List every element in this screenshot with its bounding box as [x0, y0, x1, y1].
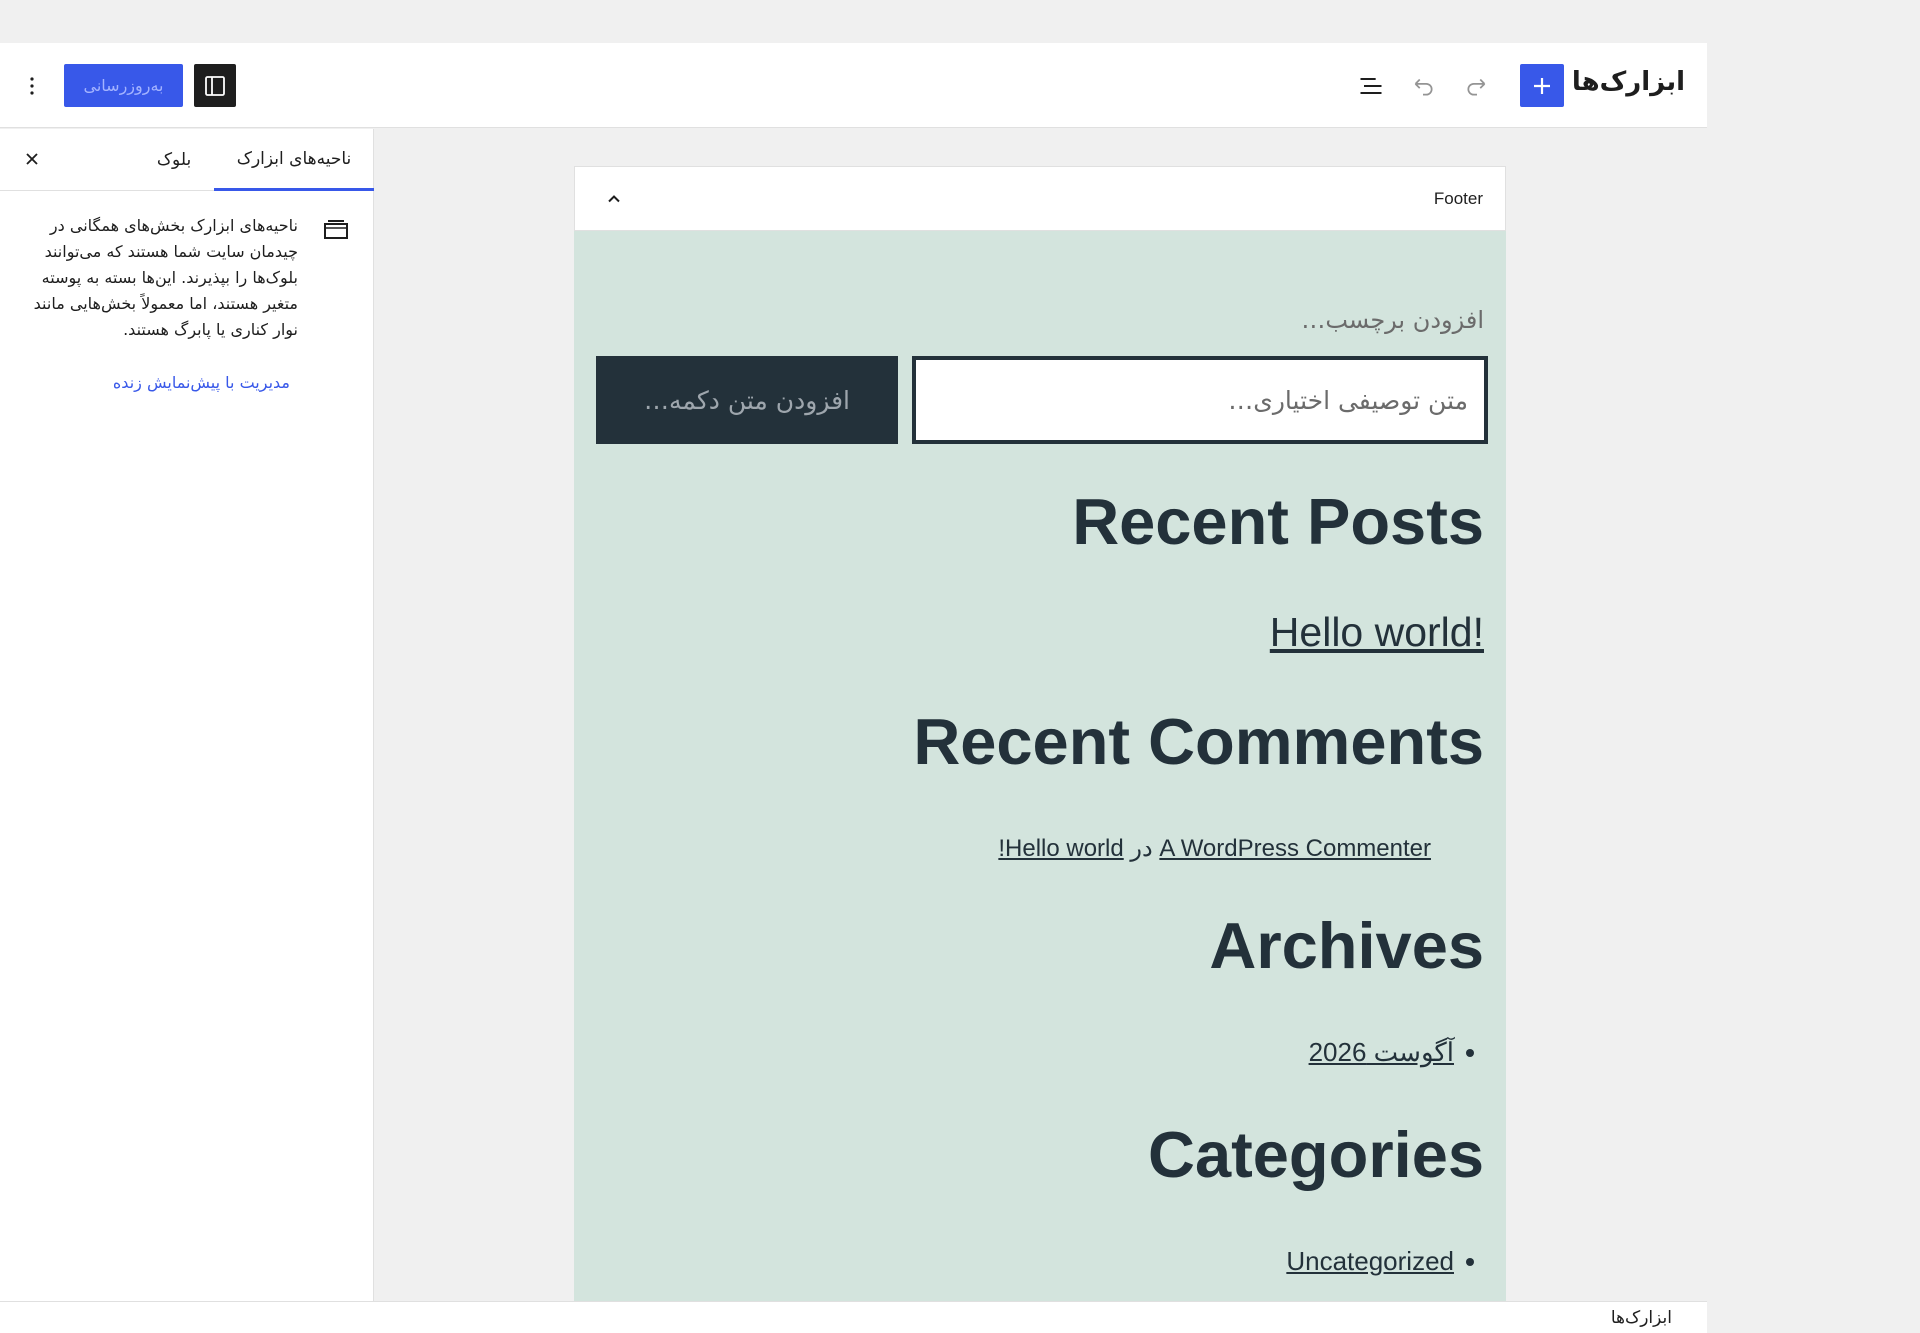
block-breadcrumb-bar: ابزارک‌ها: [0, 1301, 1707, 1333]
editor-header: ابزارک‌ها به‌روزرسانی: [0, 43, 1707, 128]
admin-bar: [0, 0, 1920, 43]
close-panel-button[interactable]: [12, 139, 52, 179]
undo-icon: [1414, 78, 1433, 96]
redo-button[interactable]: [1455, 64, 1499, 107]
comment-post-link[interactable]: Hello world!: [998, 835, 1123, 862]
add-block-button[interactable]: [1520, 64, 1564, 107]
close-icon: [26, 153, 38, 165]
archive-link[interactable]: آگوست 2026: [1309, 1037, 1454, 1068]
widget-area-header[interactable]: Footer: [574, 166, 1506, 231]
breadcrumb[interactable]: ابزارک‌ها: [1611, 1308, 1672, 1328]
tab-widget-areas[interactable]: ناحیه‌های ابزارک: [214, 129, 374, 191]
panel-tabs: ناحیه‌های ابزارک بلوک: [0, 129, 374, 191]
list-view-button[interactable]: [1349, 64, 1393, 107]
search-input[interactable]: متن توصیفی اختیاری…: [912, 356, 1488, 444]
options-button[interactable]: [12, 64, 52, 107]
search-label-placeholder[interactable]: افزودن برچسب…: [1301, 306, 1484, 334]
recent-post-link[interactable]: Hello world!: [1270, 609, 1484, 656]
footer-widget-area: Footer افزودن برچسب… متن توصیفی اختیاری……: [574, 166, 1506, 1301]
undo-button[interactable]: [1401, 64, 1445, 107]
update-button[interactable]: به‌روزرسانی: [64, 64, 183, 107]
archives-heading[interactable]: Archives: [1209, 908, 1484, 983]
category-list-item: Uncategorized: [1286, 1246, 1474, 1277]
live-preview-link[interactable]: مدیریت با پیش‌نمایش زنده: [113, 373, 290, 392]
widget-area-icon: [324, 220, 348, 239]
recent-comment-item: A WordPress Commenter در Hello world!: [998, 834, 1431, 863]
page-title: ابزارک‌ها: [1571, 67, 1685, 97]
search-button[interactable]: افزودن متن دکمه…: [596, 356, 898, 444]
archive-list-item: آگوست 2026: [1309, 1037, 1474, 1068]
settings-panel: ناحیه‌های ابزارک بلوک ناحیه‌های ابزارک ب…: [0, 129, 374, 1301]
comment-author-link[interactable]: A WordPress Commenter: [1159, 835, 1431, 862]
recent-posts-heading[interactable]: Recent Posts: [1072, 484, 1484, 559]
comment-connector: در: [1130, 835, 1153, 862]
settings-sidebar-toggle[interactable]: [194, 64, 236, 107]
categories-heading[interactable]: Categories: [1148, 1117, 1484, 1192]
tab-block[interactable]: بلوک: [134, 129, 214, 191]
redo-icon: [1467, 78, 1486, 96]
widgets-editor: ابزارک‌ها به‌روزرسانی ناحیه‌های ابزارک ب…: [0, 43, 1707, 1333]
widget-areas-description: ناحیه‌های ابزارک بخش‌های همگانی در چیدما…: [33, 216, 298, 339]
plus-icon: [1534, 77, 1550, 94]
widget-area-title: Footer: [1433, 189, 1483, 208]
bullet: [1466, 1257, 1474, 1266]
more-vertical-icon: [30, 76, 34, 95]
category-link[interactable]: Uncategorized: [1286, 1246, 1454, 1277]
list-view-icon: [1360, 77, 1382, 94]
sidebar-icon: [205, 75, 225, 96]
recent-comments-heading[interactable]: Recent Comments: [913, 704, 1484, 779]
collapse-button[interactable]: [595, 179, 633, 219]
bullet: [1466, 1048, 1474, 1057]
chevron-up-icon: [608, 195, 620, 203]
